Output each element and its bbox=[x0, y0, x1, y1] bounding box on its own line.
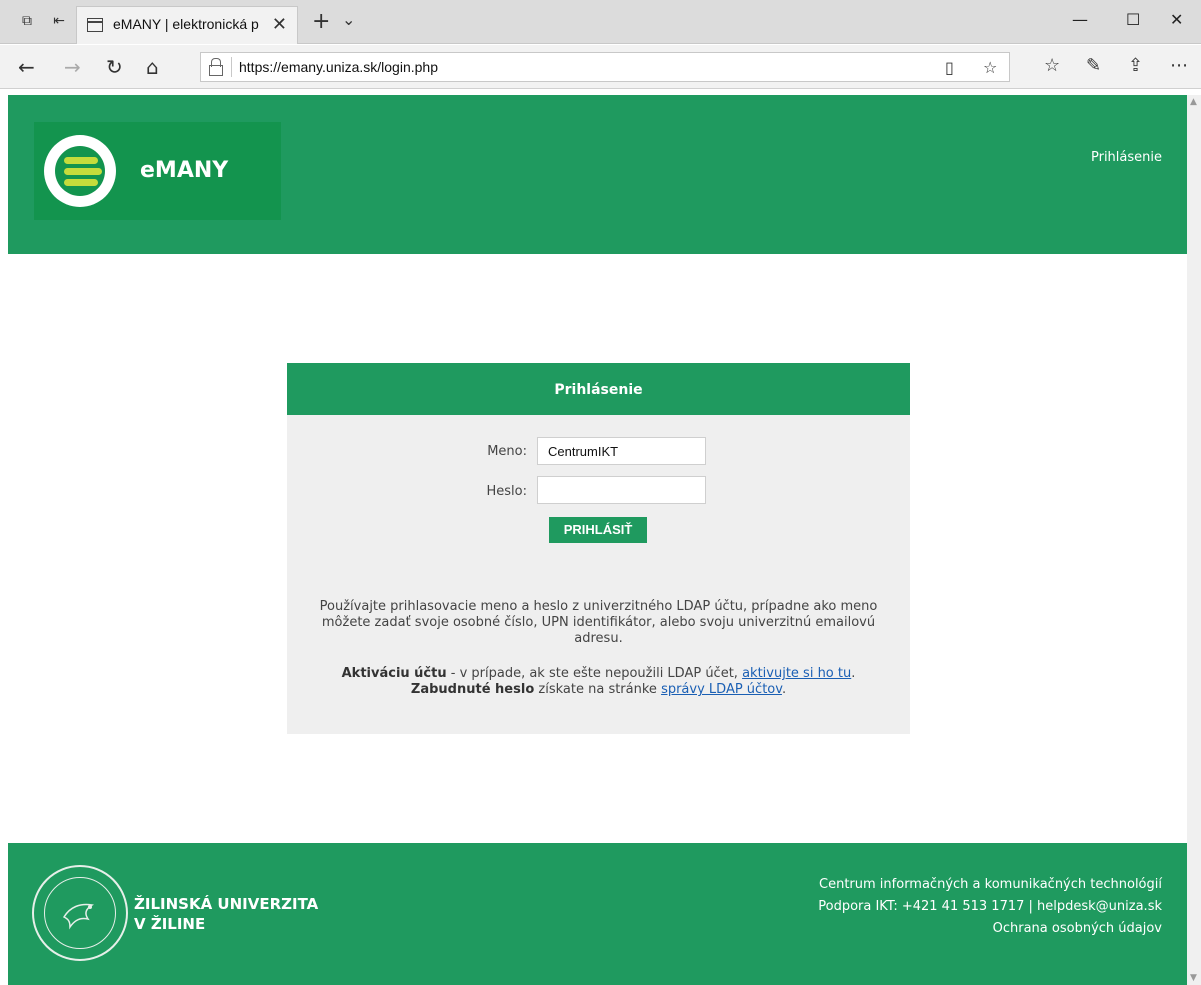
password-input[interactable] bbox=[537, 476, 706, 504]
set-tabs-aside-icon[interactable]: ⇤ bbox=[50, 12, 68, 30]
username-label: Meno: bbox=[487, 444, 527, 459]
page-icon bbox=[87, 18, 103, 32]
activation-bold: Aktiváciu účtu bbox=[341, 666, 447, 681]
login-button[interactable]: PRIHLÁSIŤ bbox=[549, 517, 647, 543]
site-header: eMANY Prihlásenie bbox=[8, 95, 1187, 254]
university-name: ŽILINSKÁ UNIVERZITA V ŽILINE bbox=[134, 895, 319, 933]
url-text[interactable]: https://emany.uniza.sk/login.php bbox=[239, 59, 438, 75]
refresh-icon[interactable]: ↻ bbox=[106, 55, 123, 79]
browser-toolbar: ← → ↻ ⌂ https://emany.uniza.sk/login.php… bbox=[0, 45, 1201, 89]
chevron-down-icon[interactable]: ⌄ bbox=[342, 10, 355, 29]
new-tab-icon[interactable]: + bbox=[312, 9, 330, 34]
browser-tab[interactable]: eMANY | elektronická p ✕ bbox=[76, 6, 298, 44]
back-icon[interactable]: ← bbox=[18, 55, 35, 79]
reading-view-icon[interactable]: ▯ bbox=[945, 58, 954, 77]
password-label: Heslo: bbox=[486, 484, 528, 499]
tab-actions-icon[interactable]: ⧉ bbox=[18, 12, 36, 30]
pen-icon[interactable]: ✎ bbox=[1086, 55, 1101, 76]
page-scrollbar[interactable]: ▲ ▼ bbox=[1187, 95, 1201, 985]
site-logo[interactable]: eMANY bbox=[34, 122, 281, 220]
scroll-down-icon[interactable]: ▼ bbox=[1190, 973, 1197, 983]
center-name: Centrum informačných a komunikačných tec… bbox=[819, 877, 1162, 892]
more-icon[interactable]: ⋯ bbox=[1170, 55, 1188, 76]
maximize-icon[interactable]: ☐ bbox=[1126, 10, 1140, 29]
scroll-up-icon[interactable]: ▲ bbox=[1190, 97, 1197, 107]
site-footer: ŽILINSKÁ UNIVERZITA V ŽILINE Centrum inf… bbox=[8, 843, 1187, 985]
activation-note: Aktiváciu účtu - v prípade, ak ste ešte … bbox=[341, 666, 856, 681]
forgot-bold: Zabudnuté heslo bbox=[410, 682, 535, 697]
ldap-management-link[interactable]: správy LDAP účtov bbox=[661, 682, 782, 697]
privacy-link[interactable]: Ochrana osobných údajov bbox=[993, 921, 1162, 936]
close-tab-icon[interactable]: ✕ bbox=[272, 14, 287, 35]
close-window-icon[interactable]: ✕ bbox=[1170, 10, 1183, 29]
login-panel: Prihlásenie Meno: Heslo: PRIHLÁSIŤ Použí… bbox=[287, 363, 910, 734]
share-icon[interactable]: ⇪ bbox=[1128, 55, 1143, 76]
favorites-list-icon[interactable]: ☆ bbox=[1044, 55, 1060, 76]
forward-icon[interactable]: → bbox=[64, 55, 81, 79]
login-title: Prihlásenie bbox=[287, 363, 910, 415]
web-page: eMANY Prihlásenie Prihlásenie Meno: Hesl… bbox=[8, 95, 1187, 985]
home-icon[interactable]: ⌂ bbox=[146, 55, 159, 79]
browser-titlebar: ⧉ ⇤ eMANY | elektronická p ✕ + ⌄ — ☐ ✕ bbox=[0, 0, 1201, 44]
username-input[interactable] bbox=[537, 437, 706, 465]
logo-mark-icon bbox=[44, 135, 116, 207]
favorite-star-icon[interactable]: ☆ bbox=[983, 58, 997, 77]
login-info-text: Používajte prihlasovacie meno a heslo z … bbox=[319, 599, 878, 646]
university-seal-icon[interactable] bbox=[32, 865, 128, 961]
nav-login-link[interactable]: Prihlásenie bbox=[1091, 150, 1162, 165]
logo-text: eMANY bbox=[140, 158, 229, 183]
footer-contact: Centrum informačných a komunikačných tec… bbox=[818, 874, 1162, 940]
minimize-icon[interactable]: — bbox=[1072, 10, 1088, 29]
support-contact: Podpora IKT: +421 41 513 1717 | helpdesk… bbox=[818, 899, 1162, 914]
tab-title: eMANY | elektronická p bbox=[113, 16, 259, 32]
activation-link[interactable]: aktivujte si ho tu bbox=[742, 666, 851, 681]
address-bar[interactable]: https://emany.uniza.sk/login.php ▯ ☆ bbox=[200, 52, 1010, 82]
lock-icon[interactable] bbox=[209, 58, 223, 76]
url-separator bbox=[231, 57, 232, 77]
forgot-password-note: Zabudnuté heslo získate na stránke správ… bbox=[410, 682, 787, 697]
